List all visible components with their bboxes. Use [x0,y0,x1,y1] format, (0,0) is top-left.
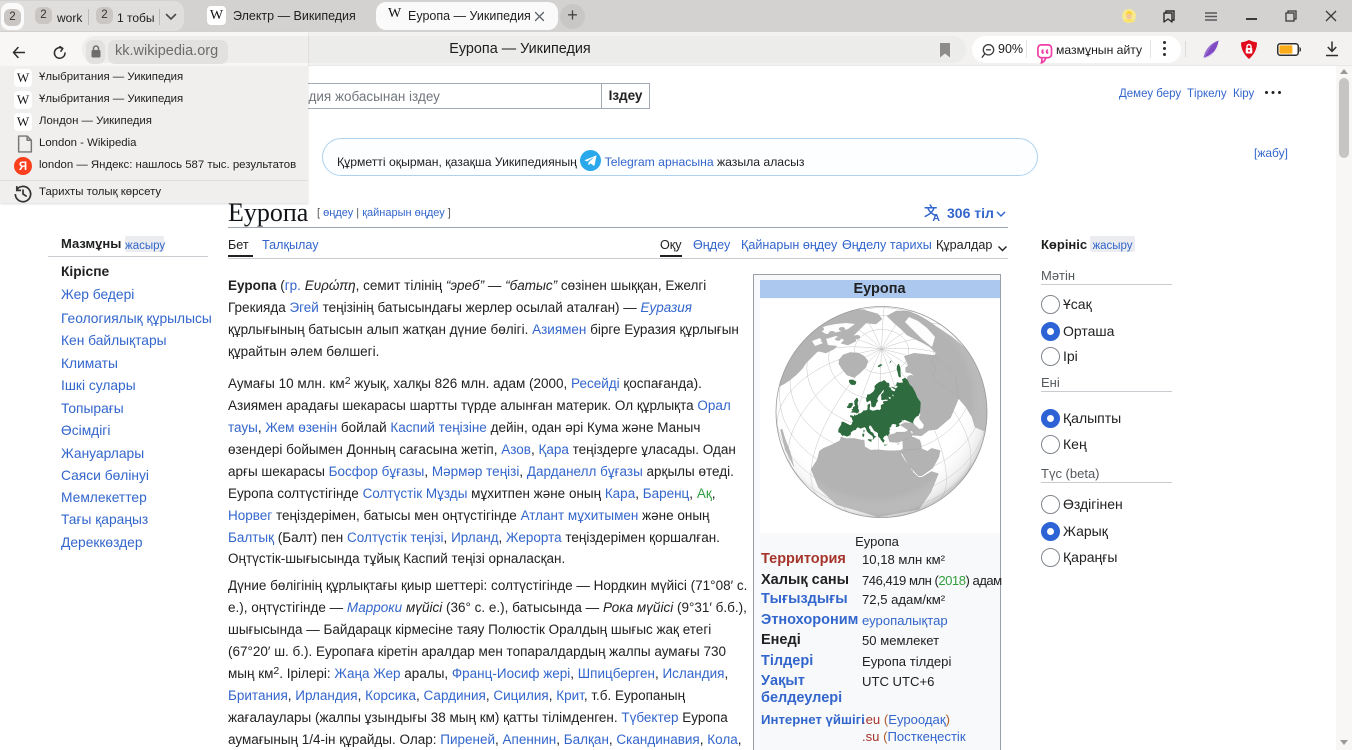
svg-text:A: A [932,212,940,222]
svg-text:Я: Я [19,161,27,173]
